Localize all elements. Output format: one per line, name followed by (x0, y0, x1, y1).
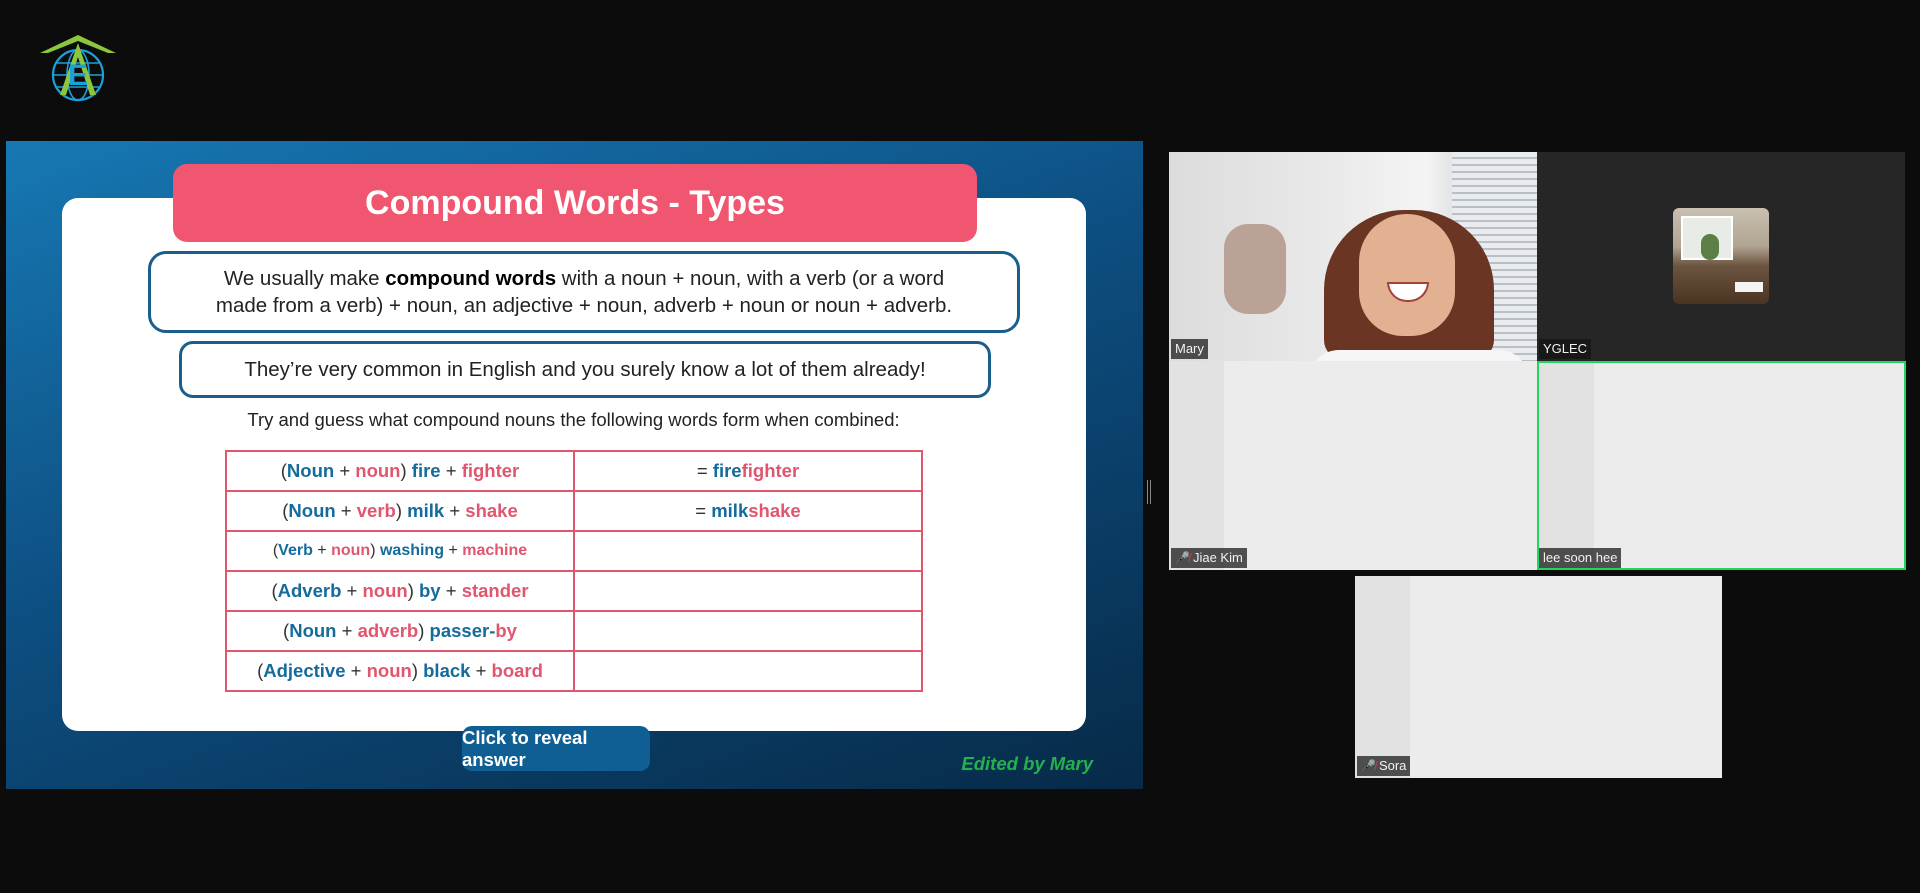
participant-name: YGLEC (1539, 339, 1592, 359)
row-answer[interactable] (573, 570, 923, 612)
shared-slide: Compound Words - Types We usually make c… (6, 141, 1143, 789)
participant-tile-mary[interactable]: Mary (1169, 152, 1537, 361)
mic-muted-icon: 🎤̸ (1175, 551, 1190, 565)
table-row: (Noun + verb) milk + shake = milkshake (225, 490, 923, 532)
panel-splitter-handle[interactable] (1147, 480, 1151, 504)
participant-tile-yglec[interactable]: YGLEC (1537, 152, 1905, 361)
common-box: They’re very common in English and you s… (179, 341, 991, 398)
participant-name: lee soon hee (1539, 548, 1622, 568)
table-row: (Noun + noun) fire + fighter = firefight… (225, 450, 923, 492)
participant-tile-lee-soon-hee[interactable]: lee soon hee (1537, 361, 1906, 570)
table-row: (Verb + noun) washing + machine (225, 530, 923, 572)
table-row: (Adverb + noun) by + stander (225, 570, 923, 612)
table-row: (Adjective + noun) black + board (225, 650, 923, 692)
table-row: (Noun + adverb) passer-by (225, 610, 923, 652)
app-logo: E (38, 33, 118, 105)
row-answer[interactable] (573, 650, 923, 692)
participant-tile-jiae-kim[interactable]: 🎤̸ Jiae Kim (1169, 361, 1537, 570)
row-prompt: (Noun + noun) fire + fighter (225, 450, 575, 492)
participant-name: 🎤̸ Jiae Kim (1171, 548, 1247, 568)
row-answer[interactable] (573, 530, 923, 572)
row-answer[interactable] (573, 610, 923, 652)
row-prompt: (Noun + verb) milk + shake (225, 490, 575, 532)
participant-tile-sora[interactable]: 🎤̸ Sora (1355, 576, 1722, 778)
participant-name: Mary (1171, 339, 1208, 359)
edited-by-label: Edited by Mary (961, 753, 1093, 774)
mic-muted-icon: 🎤̸ (1361, 759, 1376, 773)
row-prompt: (Adjective + noun) black + board (225, 650, 575, 692)
profile-picture (1673, 208, 1769, 304)
participant-name: 🎤̸ Sora (1357, 756, 1411, 776)
instruction-text: Try and guess what compound nouns the fo… (247, 409, 900, 430)
logo-letter: E (68, 59, 88, 92)
slide-title: Compound Words - Types (173, 164, 977, 242)
row-answer[interactable]: = firefighter (573, 450, 923, 492)
intro-box: We usually make compound words with a no… (148, 251, 1020, 333)
row-answer[interactable]: = milkshake (573, 490, 923, 532)
row-prompt: (Noun + adverb) passer-by (225, 610, 575, 652)
compound-words-table: (Noun + noun) fire + fighter = firefight… (225, 450, 923, 692)
row-prompt: (Verb + noun) washing + machine (225, 530, 575, 572)
row-prompt: (Adverb + noun) by + stander (225, 570, 575, 612)
reveal-answer-button[interactable]: Click to reveal answer (462, 726, 650, 771)
